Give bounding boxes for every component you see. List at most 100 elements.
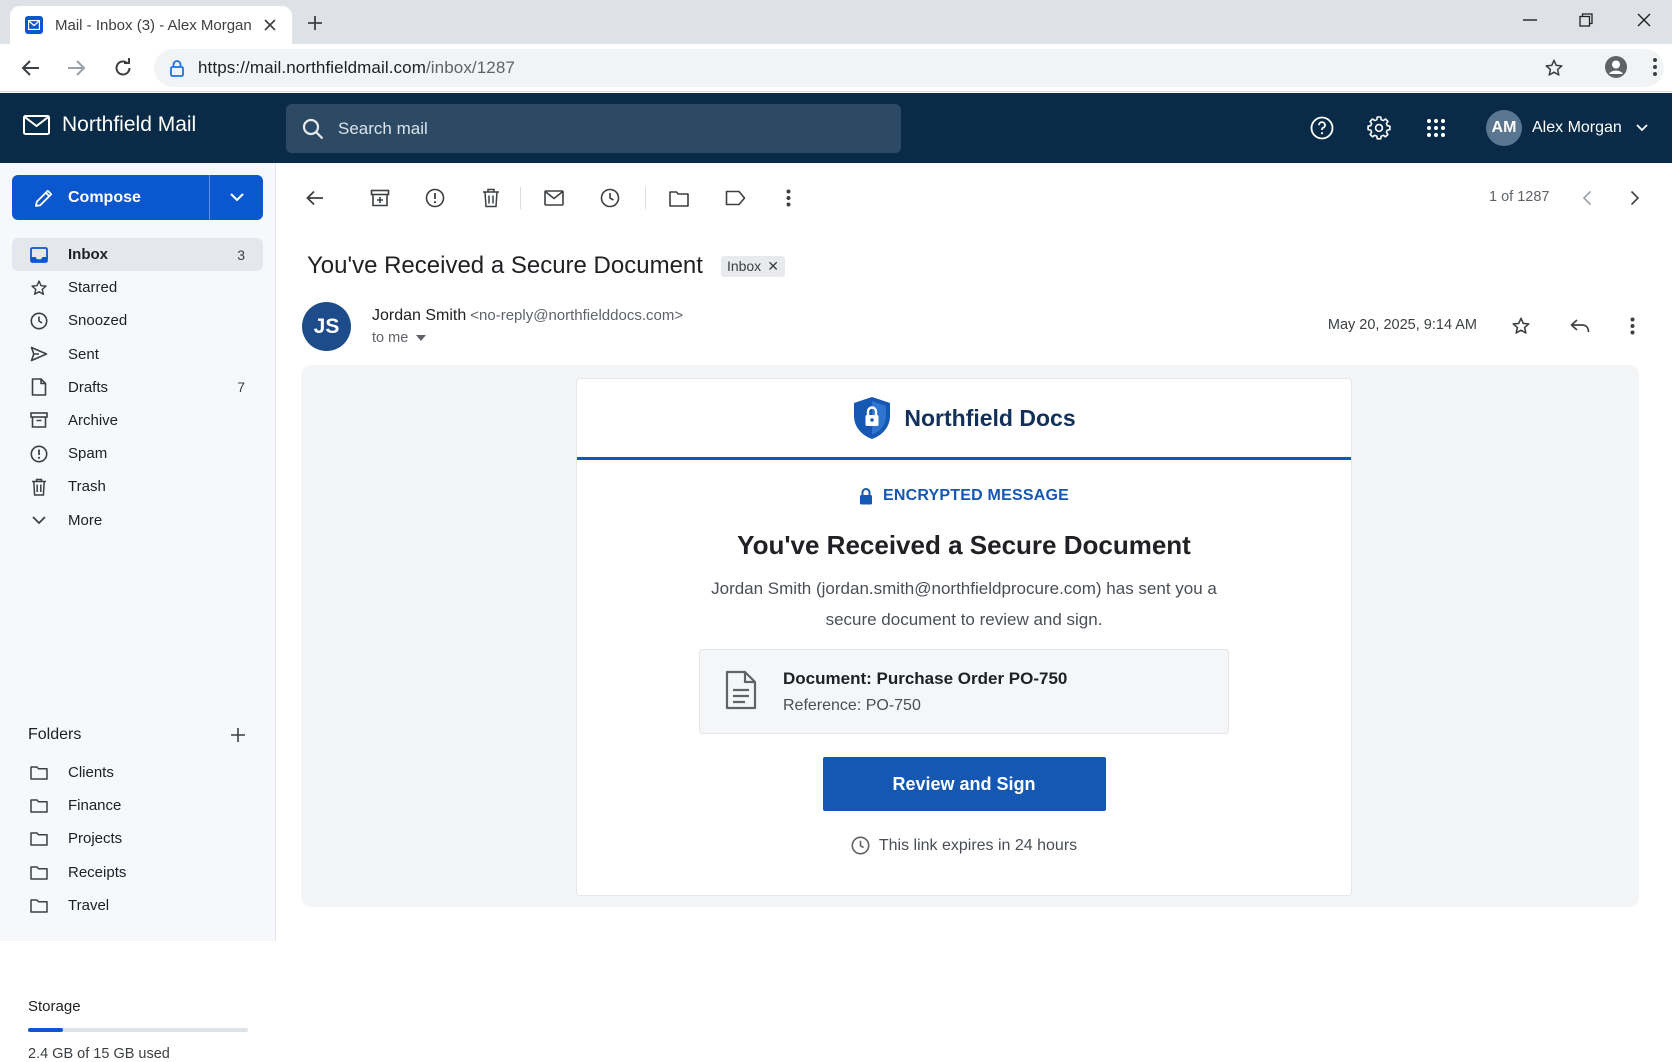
expiry-text: This link expires in 24 hours [878, 836, 1078, 854]
restore-icon[interactable] [1558, 0, 1614, 40]
expiry-note: This link expires in 24 hours [577, 836, 1351, 855]
add-folder-icon[interactable] [230, 727, 246, 743]
email-card: Northfield Docs ENCRYPTED MESSAGE You've… [576, 378, 1352, 896]
folder-item-travel[interactable]: Travel [12, 889, 263, 922]
sender-avatar: JS [302, 302, 351, 351]
sender-name[interactable]: Jordan Smith [372, 307, 466, 324]
storage-title: Storage [28, 998, 81, 1015]
reply-icon[interactable] [1568, 314, 1592, 338]
sidebar-item-inbox[interactable]: Inbox 3 [12, 238, 263, 271]
sidebar-item-label: Snoozed [68, 312, 128, 330]
browser-tabbar: Mail - Inbox (3) - Alex Morgan [0, 0, 1672, 44]
message-more-icon[interactable] [1620, 314, 1644, 338]
next-message-icon[interactable] [1623, 186, 1647, 210]
avatar: AM [1486, 110, 1522, 146]
sidebar-item-drafts[interactable]: Drafts 7 [12, 371, 263, 404]
folder-item-clients[interactable]: Clients [12, 756, 263, 789]
move-to-folder-icon[interactable] [667, 186, 691, 210]
previous-message-icon[interactable] [1575, 186, 1599, 210]
folder-icon [29, 862, 49, 882]
close-window-icon[interactable] [1616, 0, 1672, 40]
app-header: Northfield Mail AM Alex Morgan [0, 93, 1672, 163]
folder-item-projects[interactable]: Projects [12, 822, 263, 855]
draft-count: 7 [237, 379, 245, 396]
sidebar-item-spam[interactable]: Spam [12, 437, 263, 470]
envelope-icon [23, 115, 50, 135]
folder-label: Receipts [68, 863, 127, 881]
more-options-icon[interactable] [776, 186, 800, 210]
search-input[interactable] [338, 118, 838, 139]
search-bar[interactable] [286, 104, 901, 153]
message-date: May 20, 2025, 9:14 AM [1327, 317, 1477, 333]
compose-main[interactable]: Compose [12, 175, 209, 220]
review-and-sign-button[interactable]: Review and Sign [822, 757, 1106, 811]
message-toolbar: 1 of 1287 [277, 163, 1672, 233]
compose-button[interactable]: Compose [12, 175, 263, 220]
sidebar-item-label: More [68, 511, 103, 529]
sidebar-item-snoozed[interactable]: Snoozed [12, 304, 263, 337]
lock-icon [860, 487, 873, 504]
account-menu[interactable]: AM Alex Morgan [1486, 110, 1648, 146]
remove-label-icon[interactable]: ✕ [767, 258, 779, 275]
star-icon [29, 278, 49, 298]
clock-icon [29, 311, 49, 331]
archive-icon[interactable] [368, 186, 392, 210]
back-icon[interactable] [18, 55, 44, 81]
folder-item-receipts[interactable]: Receipts [12, 856, 263, 889]
settings-gear-icon[interactable] [1365, 114, 1393, 142]
report-spam-icon[interactable] [423, 186, 447, 210]
forward-icon[interactable] [63, 55, 89, 81]
archive-icon [29, 410, 49, 430]
folders-header: Folders [28, 726, 246, 744]
sender-row: JS Jordan Smith <no-reply@northfielddocs.… [302, 302, 1642, 354]
reload-icon[interactable] [110, 55, 136, 81]
lock-icon [170, 59, 184, 77]
send-icon [29, 344, 49, 364]
sender-email: <no-reply@northfielddocs.com> [470, 307, 684, 324]
browser-menu-icon[interactable] [1652, 57, 1658, 77]
browser-tab[interactable]: Mail - Inbox (3) - Alex Morgan [10, 6, 292, 44]
browser-profile-icon[interactable] [1604, 55, 1628, 79]
address-bar[interactable]: https://mail.northfieldmail.com/inbox/12… [154, 49, 1664, 87]
sender-info: Jordan Smith <no-reply@northfielddocs.com… [372, 307, 683, 325]
snooze-clock-icon[interactable] [598, 186, 622, 210]
label-tag-icon[interactable] [723, 186, 747, 210]
sidebar-item-label: Archive [68, 411, 119, 429]
folder-list: Clients Finance Projects Receipts Travel [12, 756, 263, 922]
delete-icon[interactable] [479, 186, 503, 210]
mailbox-nav: Inbox 3 Starred Snoozed Sent Drafts 7 Ar… [12, 238, 263, 537]
sidebar-item-starred[interactable]: Starred [12, 271, 263, 304]
inbox-icon [29, 245, 49, 265]
recipient-text: to me [372, 330, 409, 346]
compose-options-button[interactable] [209, 175, 263, 220]
email-heading: You've Received a Secure Document [737, 530, 1191, 560]
search-icon [302, 118, 324, 139]
folder-label: Finance [68, 797, 122, 815]
sidebar-item-archive[interactable]: Archive [12, 404, 263, 437]
sidebar-item-label: Drafts [68, 378, 109, 396]
mark-unread-icon[interactable] [542, 186, 566, 210]
app-logo[interactable]: Northfield Mail [23, 113, 196, 137]
sidebar-item-more[interactable]: More [12, 504, 263, 537]
star-icon[interactable] [1509, 314, 1533, 338]
inbox-label-chip[interactable]: Inbox ✕ [720, 255, 785, 277]
minimize-icon[interactable] [1502, 0, 1558, 40]
pagination-text: 1 of 1287 [1489, 189, 1550, 205]
tab-close-icon[interactable] [260, 15, 280, 35]
trash-icon [29, 477, 49, 497]
sidebar-item-sent[interactable]: Sent [12, 338, 263, 371]
app-name: Northfield Mail [62, 113, 197, 136]
bookmark-star-icon[interactable] [1544, 58, 1564, 78]
sidebar-item-trash[interactable]: Trash [12, 470, 263, 503]
new-tab-icon[interactable] [304, 12, 326, 34]
help-icon[interactable] [1308, 114, 1336, 142]
back-to-inbox-icon[interactable] [303, 186, 327, 210]
mail-favicon-icon [25, 16, 43, 34]
user-name: Alex Morgan [1532, 119, 1622, 136]
folder-label: Travel [68, 896, 110, 914]
tab-title: Mail - Inbox (3) - Alex Morgan [55, 16, 252, 34]
apps-grid-icon[interactable] [1422, 114, 1450, 142]
message-subject: You've Received a Secure Document [307, 252, 703, 279]
folder-item-finance[interactable]: Finance [12, 789, 263, 822]
recipient-details[interactable]: to me [372, 330, 427, 346]
